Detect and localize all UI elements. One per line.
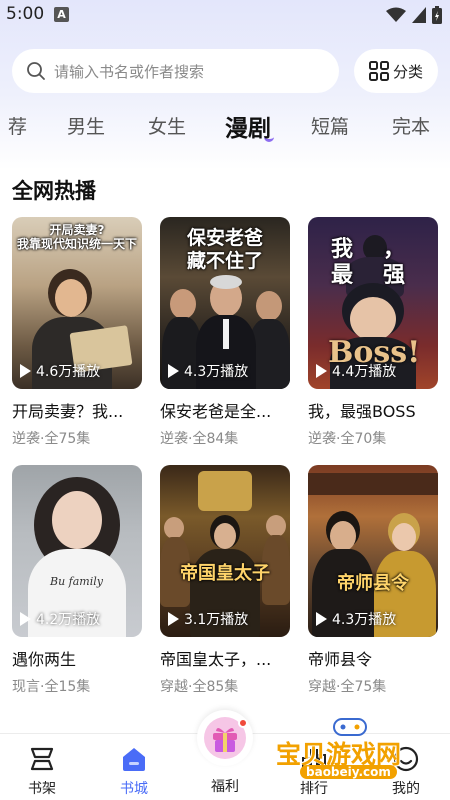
signal-icon	[412, 7, 426, 23]
drama-card[interactable]: 帝国皇太子 3.1万播放 帝国皇太子，... 穿越·全85集	[160, 465, 290, 696]
drama-card[interactable]: Boss! 我，最强 4.4万播放 我，最强BOSS 逆袭·全70集	[308, 217, 438, 448]
category-label: 分类	[392, 62, 423, 81]
nav-label: 福利	[211, 779, 239, 795]
nav-label: 排行	[300, 781, 328, 797]
cover-title: 保安老爸 藏不住了	[186, 227, 263, 272]
play-icon	[168, 612, 179, 626]
nav-label: 书架	[28, 781, 56, 797]
search-placeholder: 请输入书名或作者搜索	[54, 62, 205, 81]
nav-bookshelf[interactable]: 书架	[12, 746, 72, 798]
book-title[interactable]: 我，最强BOSS	[308, 398, 438, 422]
book-meta: 现言·全15集	[12, 679, 91, 695]
book-title[interactable]: 开局卖妻？我...	[12, 398, 142, 422]
status-bar: 5:00 A	[0, 0, 450, 30]
notification-icon: A	[54, 7, 69, 22]
cover-title: 我，最强	[330, 237, 435, 289]
play-count: 4.3万播放	[316, 609, 396, 629]
drama-card[interactable]: 保安老爸 藏不住了 4.3万播放 保安老爸是全... 逆袭·全84集	[160, 217, 290, 448]
nav-label: 书城	[120, 781, 148, 797]
play-count-text: 4.4万播放	[332, 364, 397, 380]
play-icon	[168, 364, 179, 378]
play-count: 4.2万播放	[20, 609, 100, 629]
category-tabs: 荐 男生 女生 漫剧 短篇 完本	[0, 112, 450, 148]
tab-male[interactable]: 男生	[67, 112, 105, 139]
drama-card[interactable]: Bu family 4.2万播放 遇你两生 现言·全15集	[12, 465, 142, 696]
cover-title: 帝国皇太子	[180, 563, 270, 584]
cover-image: 开局卖妻? 我靠现代知识统一天下 4.6万播放	[12, 217, 142, 389]
play-count-text: 4.3万播放	[184, 364, 249, 380]
book-title[interactable]: 保安老爸是全...	[160, 398, 290, 422]
book-title[interactable]: 帝师县令	[308, 646, 438, 670]
search-icon	[27, 62, 45, 80]
play-count-text: 4.6万播放	[36, 364, 101, 380]
play-count-text: 4.3万播放	[332, 612, 397, 628]
nav-label: 我的	[392, 781, 420, 797]
book-title[interactable]: 遇你两生	[12, 646, 142, 670]
play-count: 4.3万播放	[168, 361, 248, 381]
book-meta: 逆袭·全84集	[160, 431, 239, 447]
cover-image: 帝国皇太子 3.1万播放	[160, 465, 290, 637]
play-count: 4.6万播放	[20, 361, 100, 381]
cover-image: Bu family 4.2万播放	[12, 465, 142, 637]
nav-ranking[interactable]: 排行	[284, 746, 344, 798]
notification-badge	[238, 718, 248, 728]
status-time: 5:00	[6, 4, 45, 24]
tab-short[interactable]: 短篇	[311, 112, 349, 139]
hoodie-print-art: Bu family	[50, 575, 103, 588]
home-icon	[123, 748, 145, 771]
play-icon	[20, 364, 31, 378]
book-meta: 逆袭·全75集	[12, 431, 91, 447]
tab-recommend[interactable]: 荐	[8, 112, 27, 139]
tab-female[interactable]: 女生	[148, 112, 186, 139]
play-icon	[316, 364, 327, 378]
book-meta: 穿越·全75集	[308, 679, 387, 695]
play-icon	[316, 612, 327, 626]
drama-card[interactable]: 开局卖妻? 我靠现代知识统一天下 4.6万播放 开局卖妻？我... 逆袭·全75…	[12, 217, 142, 448]
cover-image: 保安老爸 藏不住了 4.3万播放	[160, 217, 290, 389]
cover-title: 帝师县令	[337, 573, 409, 594]
play-count: 4.4万播放	[316, 361, 396, 381]
play-count-text: 4.2万播放	[36, 612, 101, 628]
book-meta: 穿越·全85集	[160, 679, 239, 695]
nav-welfare[interactable]: 福利	[195, 776, 255, 796]
play-icon	[20, 612, 31, 626]
status-icons	[386, 6, 442, 24]
ranking-icon	[302, 749, 326, 771]
play-count: 3.1万播放	[168, 609, 248, 629]
nav-profile[interactable]: 我的	[376, 746, 436, 798]
grid-icon	[368, 61, 389, 81]
drama-card[interactable]: 帝师县令 4.3万播放 帝师县令 穿越·全75集	[308, 465, 438, 696]
cover-image: 帝师县令 4.3万播放	[308, 465, 438, 637]
play-count-text: 3.1万播放	[184, 612, 249, 628]
cover-title: 开局卖妻? 我靠现代知识统一天下	[16, 223, 137, 252]
book-title[interactable]: 帝国皇太子，...	[160, 646, 290, 670]
search-input[interactable]: 请输入书名或作者搜索	[12, 49, 339, 93]
bookshelf-icon	[30, 747, 54, 771]
battery-icon	[432, 6, 442, 24]
section-title: 全网热播	[12, 179, 96, 203]
profile-icon	[393, 746, 419, 772]
book-meta: 逆袭·全70集	[308, 431, 387, 447]
tab-completed[interactable]: 完本	[392, 112, 430, 139]
category-button[interactable]: 分类	[354, 49, 438, 93]
cover-image: Boss! 我，最强 4.4万播放	[308, 217, 438, 389]
nav-bookstore[interactable]: 书城	[104, 746, 164, 798]
wifi-icon	[386, 7, 406, 22]
